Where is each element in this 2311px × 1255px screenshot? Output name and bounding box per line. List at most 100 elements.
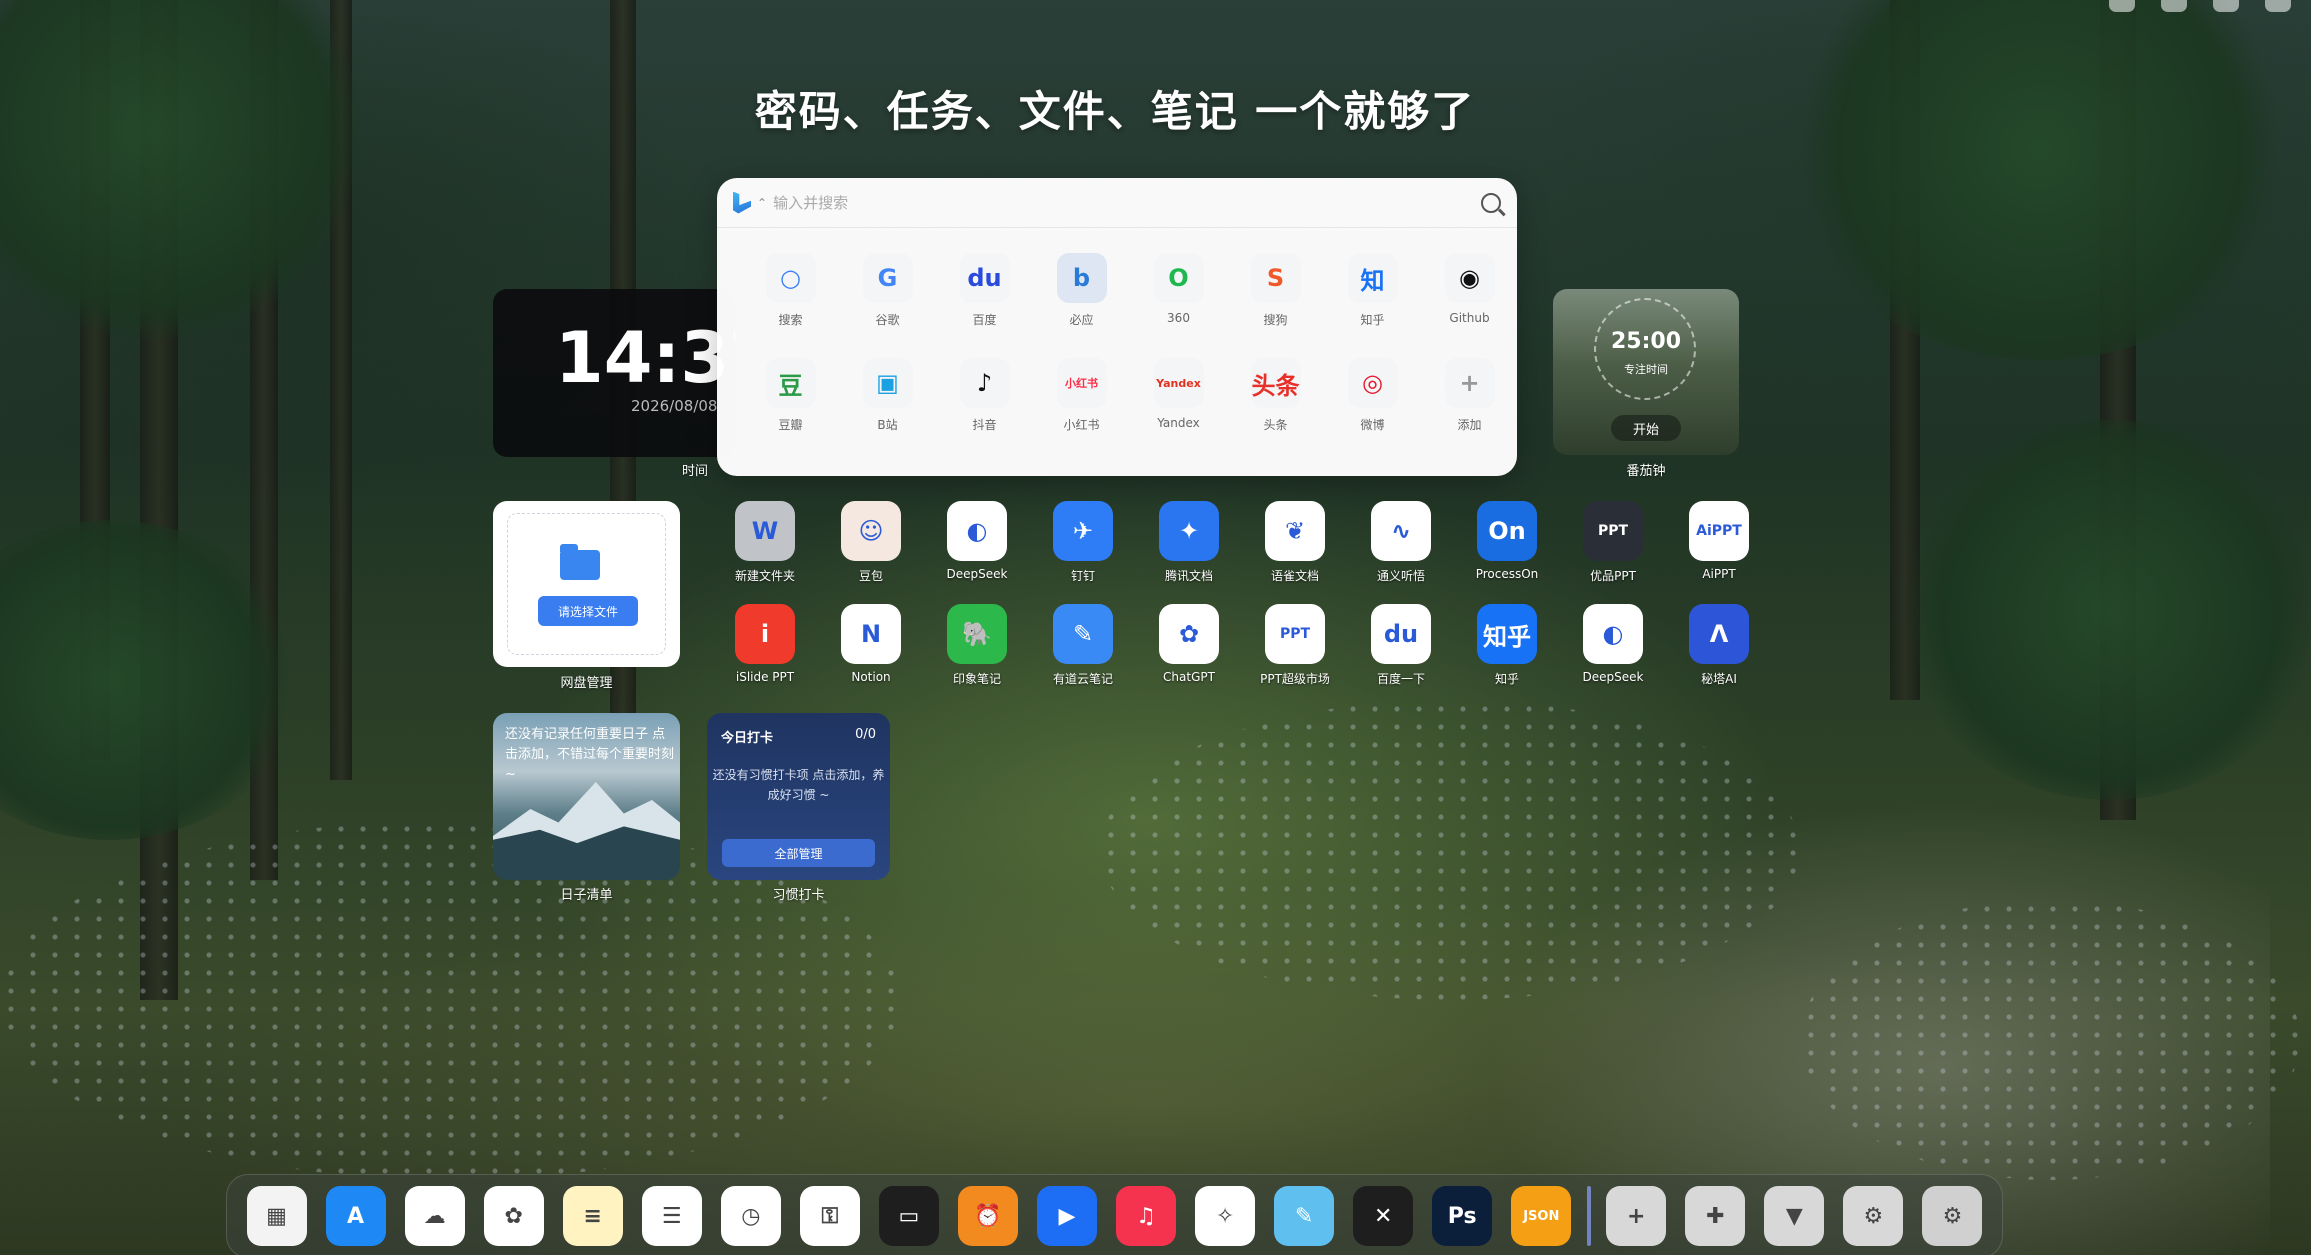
engine-sogou[interactable]: S 搜狗 [1227, 253, 1324, 328]
app-label: ProcessOn [1475, 567, 1539, 581]
app-tile[interactable]: ❦ 语雀文档 [1242, 501, 1348, 584]
engine-google[interactable]: G 谷歌 [839, 253, 936, 328]
habit-count: 0/0 [855, 727, 876, 742]
app-tile[interactable]: W 新建文件夹 [712, 501, 818, 584]
app-tile[interactable]: ✿ ChatGPT [1136, 604, 1242, 687]
engine-xiaohongshu[interactable]: 小红书 小红书 [1033, 358, 1130, 433]
dock-item[interactable]: ☁ [395, 1186, 474, 1246]
app-tile[interactable]: N Notion [818, 604, 924, 687]
drive-widget[interactable]: 请选择文件 [493, 501, 680, 667]
engine-weibo[interactable]: ◎ 微博 [1324, 358, 1421, 433]
layout-icon[interactable] [2265, 0, 2291, 12]
select-file-button[interactable]: 请选择文件 [538, 596, 638, 626]
dock-item[interactable]: + [1597, 1186, 1676, 1246]
bing-logo-icon[interactable] [733, 191, 751, 214]
app-tile[interactable]: i iSlide PPT [712, 604, 818, 687]
app-tile[interactable]: ✎ 有道云笔记 [1030, 604, 1136, 687]
engine-yandex[interactable]: Yandex Yandex [1130, 358, 1227, 433]
app-tile[interactable]: ◐ DeepSeek [1560, 604, 1666, 687]
manage-all-button[interactable]: 全部管理 [722, 839, 875, 867]
dock-item[interactable]: ▭ [869, 1186, 948, 1246]
dock-item[interactable]: ⚙ [1913, 1186, 1992, 1246]
app-label: DeepSeek [1582, 670, 1644, 684]
aippt-icon: AiPPT [1689, 501, 1749, 561]
engine-360[interactable]: O 360 [1130, 253, 1227, 328]
habit-widget[interactable]: 今日打卡 0/0 还没有习惯打卡项 点击添加，养成好习惯 ~ 全部管理 [707, 713, 890, 880]
dock-item[interactable]: ≡ [553, 1186, 632, 1246]
settings-gear-icon: ⚙ [1843, 1186, 1904, 1246]
engine-douban[interactable]: 豆豆瓣 [742, 358, 839, 433]
dock-item[interactable]: ✧ [1186, 1186, 1265, 1246]
baidu-search-icon: du [1371, 604, 1431, 664]
xiaohongshu-icon: 小红书 [1056, 358, 1107, 408]
engine-bilibili[interactable]: ▣ B站 [839, 358, 936, 433]
dock: ▦ A ☁ ✿ ≡ ☰ ◷ ⚿ ▭ ⏰ ▶ ♫ ✧ ✎ ✕ Ps JSON + ✚ ▼ ⚙ ⚙ [226, 1174, 2003, 1255]
engine-douyin[interactable]: ♪ 抖音 [936, 358, 1033, 433]
clock-widget[interactable]: 14:37 2026/08/08 [493, 289, 735, 457]
music-icon: ♫ [1116, 1186, 1177, 1246]
dock-item[interactable]: ✕ [1344, 1186, 1423, 1246]
metaso-icon: Λ [1689, 604, 1749, 664]
search-icon[interactable] [1481, 192, 1501, 213]
engine-search[interactable]: ○ 搜索 [742, 253, 839, 328]
pomodoro-start-button[interactable]: 开始 [1611, 415, 1681, 441]
app-label: 秘塔AI [1701, 672, 1737, 686]
dock-item[interactable]: ▶ [1027, 1186, 1106, 1246]
window-icon[interactable] [2213, 0, 2239, 12]
pomodoro-widget[interactable]: 25:00 专注时间 开始 [1553, 289, 1739, 455]
github-icon: ◉ [1444, 253, 1495, 303]
app-label: 有道云笔记 [1052, 672, 1113, 686]
dock-item[interactable]: ⚙ [1834, 1186, 1913, 1246]
engine-zhihu[interactable]: 知知乎 [1324, 253, 1421, 328]
dock-item[interactable]: A [316, 1186, 395, 1246]
app-tile[interactable]: ✦ 腾讯文档 [1136, 501, 1242, 584]
dock-item[interactable]: JSON [1502, 1186, 1581, 1246]
app-tile[interactable]: ✈ 钉钉 [1030, 501, 1136, 584]
engine-dropdown-icon[interactable]: ⌃ [757, 196, 767, 210]
dock-item[interactable]: ☰ [632, 1186, 711, 1246]
dock-item[interactable]: ▼ [1755, 1186, 1834, 1246]
app-tile[interactable]: AiPPT AiPPT [1666, 501, 1772, 584]
dock-item[interactable]: ⚿ [790, 1186, 869, 1246]
engine-baidu[interactable]: du 百度 [936, 253, 1033, 328]
engine-bing[interactable]: b 必应 [1033, 253, 1130, 328]
app-tile[interactable]: Λ 秘塔AI [1666, 604, 1772, 687]
dock-item[interactable]: ◷ [711, 1186, 790, 1246]
engine-github[interactable]: ◉ Github [1421, 253, 1518, 328]
app-tile[interactable]: 知乎 知乎 [1454, 604, 1560, 687]
user-icon[interactable] [2109, 0, 2135, 12]
app-tile[interactable]: 🐘 印象笔记 [924, 604, 1030, 687]
engine-label: 豆瓣 [778, 418, 803, 432]
app-tile[interactable]: ∿ 通义听悟 [1348, 501, 1454, 584]
days-list-widget[interactable]: 还没有记录任何重要日子 点击添加，不错过每个重要时刻~ [493, 713, 680, 880]
app-tile[interactable]: du 百度一下 [1348, 604, 1454, 687]
dock-item[interactable]: ▦ [237, 1186, 316, 1246]
sogou-icon: S [1250, 253, 1301, 303]
new-folder-icon: W [735, 501, 795, 561]
app-tile[interactable]: PPT PPT超级市场 [1242, 604, 1348, 687]
google-icon: G [862, 253, 913, 303]
dock-item[interactable]: ⏰ [948, 1186, 1027, 1246]
app-tile[interactable]: ☺ 豆包 [818, 501, 924, 584]
dock-item[interactable]: ✚ [1676, 1186, 1755, 1246]
page-headline: 密码、任务、文件、笔记 一个就够了 [754, 87, 1476, 136]
dock-item[interactable]: ✎ [1265, 1186, 1344, 1246]
engine-label: B站 [877, 418, 898, 432]
app-tile[interactable]: PPT 优品PPT [1560, 501, 1666, 584]
clock-icon: ⏰ [957, 1186, 1018, 1246]
drive-dropzone[interactable]: 请选择文件 [507, 513, 666, 655]
search-input[interactable] [773, 193, 1481, 212]
dock-item[interactable]: Ps [1423, 1186, 1502, 1246]
dock-item[interactable]: ✿ [474, 1186, 553, 1246]
app-label: iSlide PPT [735, 670, 795, 684]
engine-add[interactable]: + 添加 [1421, 358, 1518, 433]
engine-toutiao[interactable]: 头条 头条 [1227, 358, 1324, 433]
app-tile[interactable]: On ProcessOn [1454, 501, 1560, 584]
douyin-icon: ♪ [959, 358, 1010, 408]
account-icon[interactable] [2161, 0, 2187, 12]
dock-item[interactable]: ♫ [1107, 1186, 1186, 1246]
deepseek-icon: ◐ [947, 501, 1007, 561]
app-tile[interactable]: ◐ DeepSeek [924, 501, 1030, 584]
json-icon: JSON [1511, 1186, 1572, 1246]
app-label: 通义听悟 [1376, 569, 1425, 583]
